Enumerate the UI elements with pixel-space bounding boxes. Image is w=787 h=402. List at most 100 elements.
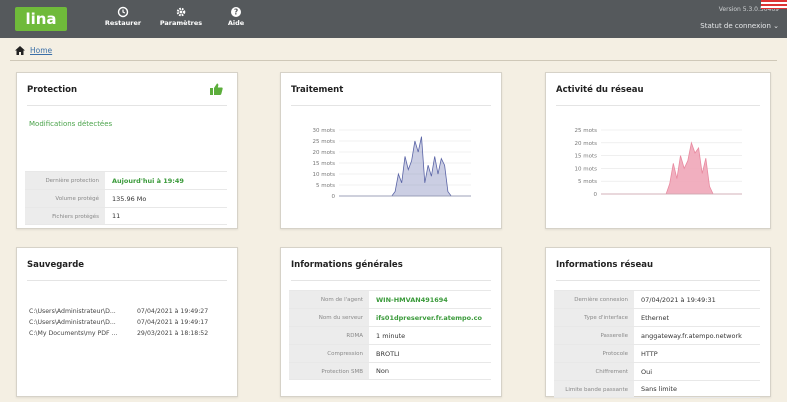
kv-key: Dernière connexion: [554, 291, 634, 308]
kv-row: Compression BROTLI: [289, 344, 491, 362]
y-tick-label: 0: [332, 194, 336, 200]
help-icon: ?: [231, 7, 241, 17]
chevron-down-icon: ⌄: [773, 22, 779, 30]
kv-key: Passerelle: [554, 327, 634, 344]
card-separator: [27, 105, 227, 106]
network-activity-card: Activité du réseau 25 mots 20 mots 15 mots…: [545, 72, 771, 229]
kv-row: Volume protégé 135.96 Mo: [25, 189, 227, 207]
file-date: 29/03/2021 à 18:18:52: [137, 330, 209, 337]
gear-icon: [176, 7, 186, 17]
breadcrumb-home-link[interactable]: Home: [30, 46, 52, 55]
protection-status-message: Modifications détectées: [29, 120, 113, 128]
kv-row: Fichiers protégés 11: [25, 207, 227, 225]
network-activity-title: Activité du réseau: [556, 85, 644, 95]
kv-key: Compression: [289, 345, 369, 362]
home-icon: [15, 45, 25, 55]
backup-file-list: C:\Users\Administrateur\D... 07/04/2021 …: [29, 306, 227, 339]
kv-row: Dernière connexion 07/04/2021 à 19:49:31: [554, 290, 760, 308]
kv-value: ifs01dpreserver.fr.atempo.co: [376, 313, 482, 322]
kv-key: Volume protégé: [25, 190, 105, 207]
file-date: 07/04/2021 à 19:49:27: [137, 308, 209, 315]
protection-details: Dernière protection Aujourd'hui à 19:49 …: [25, 171, 227, 225]
protection-card: Protection Modifications détectées Derni…: [16, 72, 238, 229]
sauvegarde-card: Sauvegarde C:\Users\Administrateur\D... …: [16, 247, 238, 397]
list-item[interactable]: C:\My Documents\my PDF ... 29/03/2021 à …: [29, 328, 227, 339]
kv-key: RDMA: [289, 327, 369, 344]
kv-key: Type d'interface: [554, 309, 634, 326]
kv-value: anggateway.fr.atempo.network: [641, 331, 742, 340]
card-separator: [291, 105, 491, 106]
kv-row: Dernière protection Aujourd'hui à 19:49: [25, 171, 227, 189]
kv-value: HTTP: [641, 349, 658, 358]
y-tick-label: 10 mots: [575, 166, 598, 172]
y-tick-label: 20 mots: [575, 141, 598, 147]
kv-key: Nom de l'agent: [289, 291, 369, 308]
nav-help-button[interactable]: ? Aide: [205, 4, 267, 36]
kv-value: Sans limite: [641, 385, 677, 393]
y-tick-label: 0: [594, 192, 598, 198]
kv-key: Dernière protection: [25, 172, 105, 189]
kv-value: Aujourd'hui à 19:49: [112, 176, 184, 185]
list-item[interactable]: C:\Users\Administrateur\D... 07/04/2021 …: [29, 317, 227, 328]
kv-row: Protection SMB Non: [289, 362, 491, 380]
app-logo[interactable]: lina: [15, 7, 67, 31]
kv-row: Type d'interface Ethernet: [554, 308, 760, 326]
kv-value: Ethernet: [641, 313, 669, 322]
breadcrumb: Home: [15, 43, 52, 57]
connection-status-menu[interactable]: Statut de connexion ⌄: [700, 22, 779, 30]
top-bar: lina Restaurer Paramètres ? Aide Version…: [0, 0, 787, 38]
kv-value: Non: [376, 367, 389, 375]
kv-key: Chiffrement: [554, 363, 634, 380]
y-tick-label: 15 mots: [575, 154, 598, 160]
flag-icon: [761, 0, 787, 9]
divider: [10, 60, 777, 61]
kv-value: WIN-HMVAN491694: [376, 295, 448, 304]
network-activity-chart: 25 mots 20 mots 15 mots 10 mots 5 mots 0: [575, 128, 742, 198]
file-path: C:\Users\Administrateur\D...: [29, 308, 116, 315]
kv-key: Protection SMB: [289, 363, 369, 379]
sauvegarde-title: Sauvegarde: [27, 260, 85, 270]
kv-key: Protocole: [554, 345, 634, 362]
kv-value: 135.96 Mo: [112, 194, 147, 203]
svg-text:?: ?: [234, 8, 238, 17]
card-separator: [291, 280, 491, 281]
traitement-chart: 30 mots 25 mots 20 mots 15 mots 10 mots 5 mot…: [313, 128, 471, 200]
y-tick-label: 5 mots: [316, 183, 335, 189]
y-tick-label: 25 mots: [575, 128, 598, 134]
kv-value: Oui: [641, 367, 653, 376]
nav-restore-label: Restaurer: [104, 19, 142, 27]
thumbs-up-icon: [210, 83, 223, 95]
y-tick-label: 5 mots: [578, 179, 597, 185]
y-tick-label: 10 mots: [313, 172, 336, 178]
nav-settings-button[interactable]: Paramètres: [150, 4, 212, 36]
general-info-title: Informations générales: [291, 260, 403, 270]
kv-value: 07/04/2021 à 19:49:31: [641, 295, 716, 304]
kv-key: Limite bande passante: [554, 381, 634, 397]
list-item[interactable]: C:\Users\Administrateur\D... 07/04/2021 …: [29, 306, 227, 317]
kv-value: 1 minute: [376, 331, 406, 340]
y-tick-label: 30 mots: [313, 128, 336, 134]
nav-help-label: Aide: [227, 19, 245, 27]
network-info-title: Informations réseau: [556, 260, 653, 270]
restore-icon: [117, 6, 129, 18]
nav-settings-label: Paramètres: [159, 19, 203, 27]
kv-row: Nom de l'agent WIN-HMVAN491694: [289, 290, 491, 308]
file-path: C:\My Documents\my PDF ...: [29, 330, 118, 337]
chart-area-series: [339, 136, 471, 197]
kv-row: Protocole HTTP: [554, 344, 760, 362]
file-path: C:\Users\Administrateur\D...: [29, 319, 116, 326]
nav-restore-button[interactable]: Restaurer: [92, 4, 154, 36]
y-tick-label: 20 mots: [313, 150, 336, 156]
card-separator: [27, 280, 227, 281]
file-date: 07/04/2021 à 19:49:17: [137, 319, 209, 326]
card-separator: [556, 280, 760, 281]
kv-key: Nom du serveur: [289, 309, 369, 326]
kv-value: BROTLI: [376, 349, 400, 358]
connection-status-label: Statut de connexion: [700, 22, 771, 30]
traitement-title: Traitement: [291, 85, 344, 95]
kv-row: RDMA 1 minute: [289, 326, 491, 344]
general-info-details: Nom de l'agent WIN-HMVAN491694 Nom du se…: [289, 290, 491, 380]
traitement-card: Traitement 30 mots 25 mots 20 mots 15 mots 1…: [280, 72, 502, 229]
kv-row: Nom du serveur ifs01dpreserver.fr.atempo…: [289, 308, 491, 326]
kv-row: Passerelle anggateway.fr.atempo.network: [554, 326, 760, 344]
